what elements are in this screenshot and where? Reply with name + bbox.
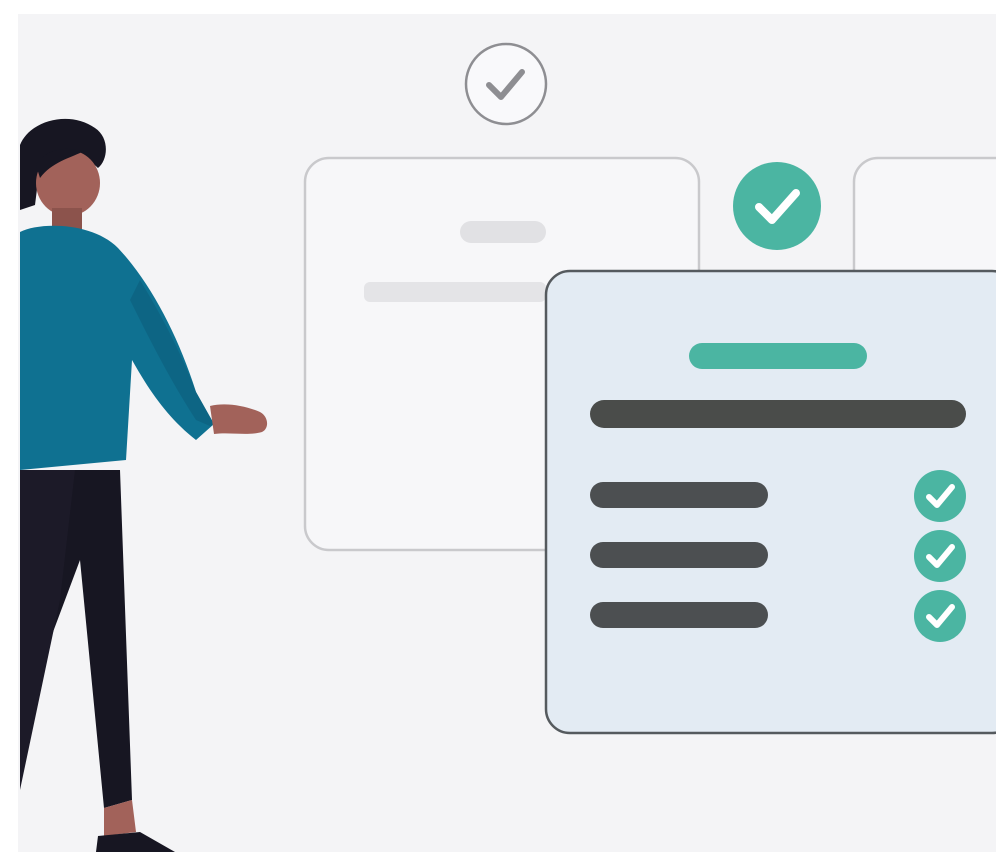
image-border-top — [0, 0, 996, 14]
illustration-svg — [20, 42, 996, 852]
checklist-item-line — [590, 542, 768, 568]
card-line-placeholder — [364, 282, 546, 302]
filled-check-circle-icon — [733, 162, 821, 250]
person-hand — [210, 404, 268, 434]
checklist-title-bar — [689, 343, 867, 369]
check-circle-icon — [914, 530, 966, 582]
person-figure — [20, 118, 268, 852]
image-border-left — [0, 0, 18, 858]
person-shirt — [20, 225, 214, 470]
card-title-placeholder — [460, 221, 546, 243]
check-circle-icon — [914, 470, 966, 522]
check-circle-icon — [914, 590, 966, 642]
illustration-canvas — [0, 0, 996, 858]
checklist-card — [544, 269, 996, 735]
checklist-heading-bar — [590, 400, 966, 428]
outline-check-circle-icon — [464, 42, 548, 126]
image-border-bottom — [0, 852, 996, 858]
checklist-item-line — [590, 482, 768, 508]
checklist-item-line — [590, 602, 768, 628]
person-leg-front — [20, 470, 75, 790]
